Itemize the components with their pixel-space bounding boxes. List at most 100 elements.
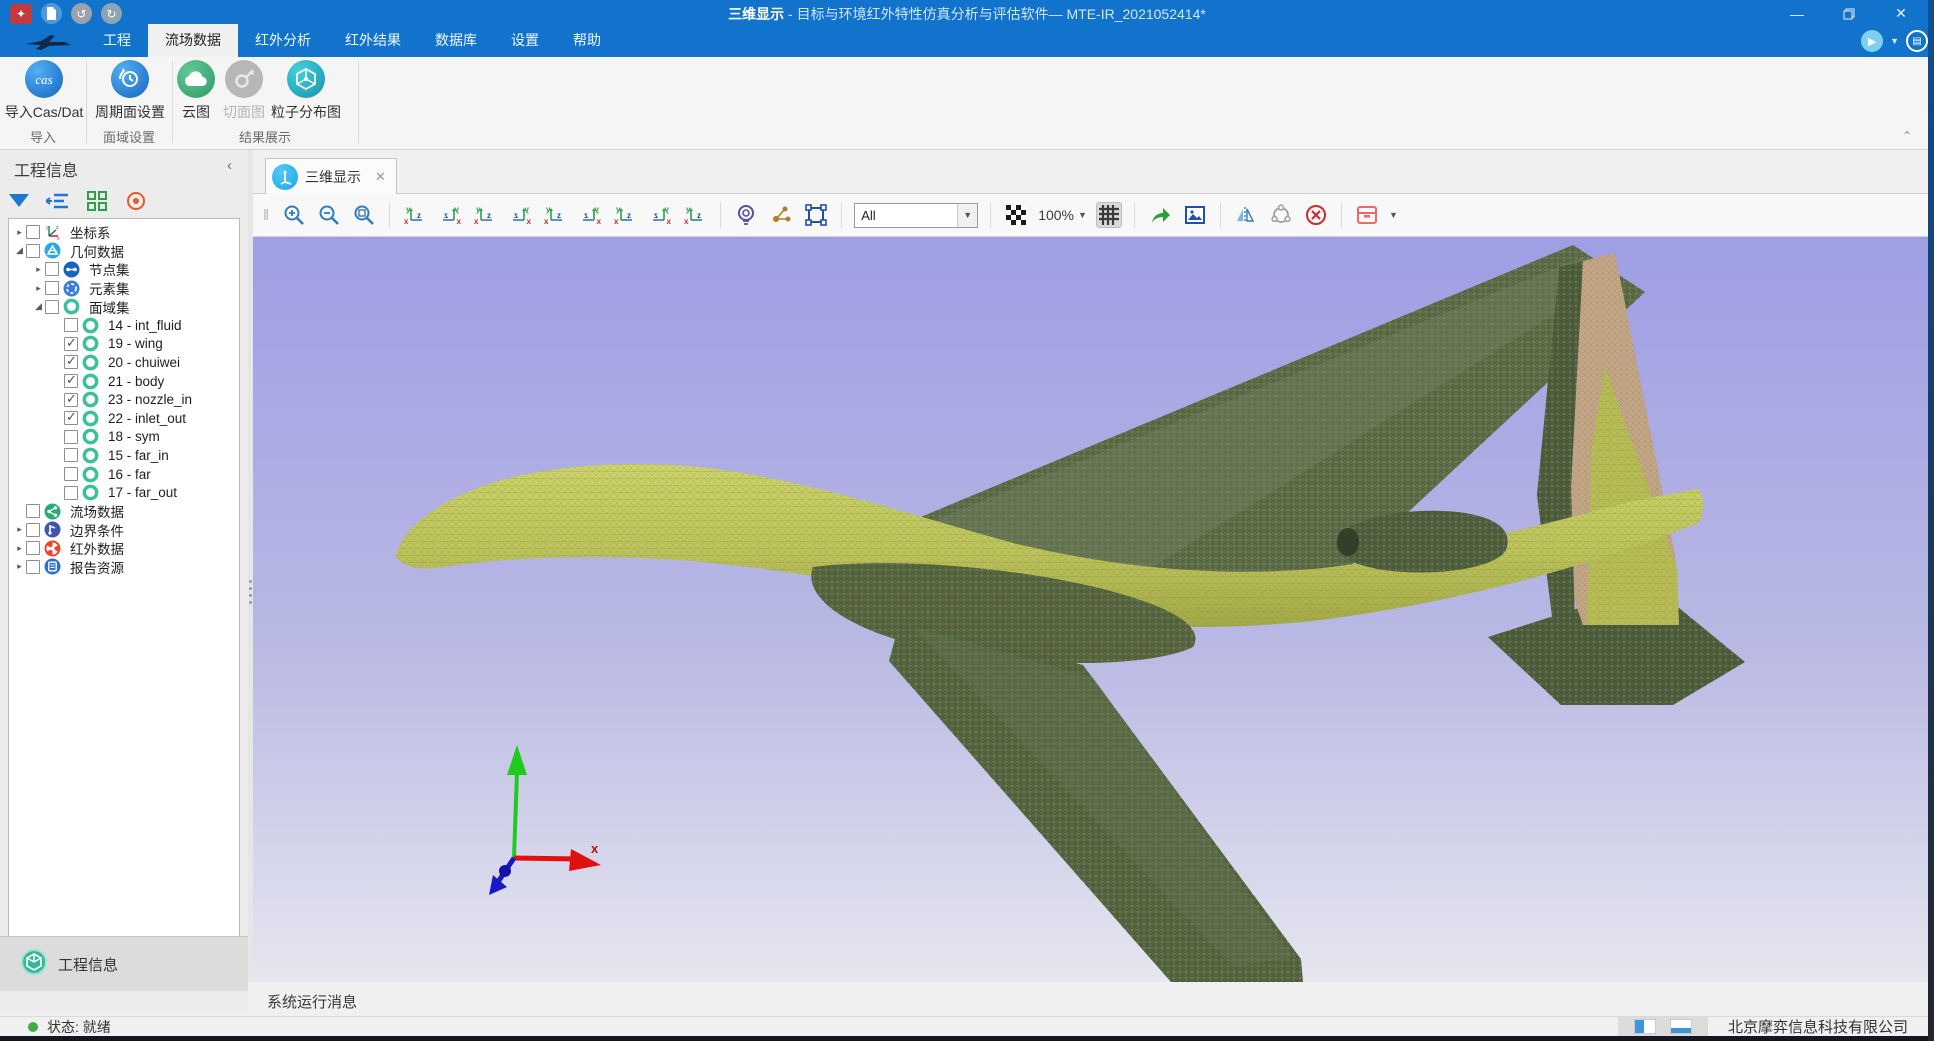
panel-collapse-icon[interactable]: ‹ (227, 157, 232, 174)
export-icon[interactable] (1147, 202, 1173, 228)
tree-checkbox[interactable] (64, 318, 78, 332)
tree-item[interactable]: 21 - body (9, 372, 239, 391)
expander-icon[interactable]: ▸ (32, 264, 45, 275)
snapshot-icon[interactable] (1182, 202, 1208, 228)
mirror-icon[interactable] (1233, 202, 1259, 228)
tree-item[interactable]: ▸边界条件 (9, 521, 239, 540)
archive-box-icon[interactable] (1354, 202, 1380, 228)
help-video-icon[interactable]: ▶ (1861, 30, 1883, 52)
tree-item[interactable]: 18 - sym (9, 428, 239, 447)
tree-item[interactable]: ▸节点集 (9, 260, 239, 279)
tree-checkbox[interactable] (26, 225, 40, 239)
chevron-down-icon[interactable]: ▼ (1890, 36, 1899, 46)
tree-item[interactable]: 20 - chuiwei (9, 353, 239, 372)
expander-icon[interactable]: ▸ (13, 561, 26, 572)
view-right-icon[interactable]: xzy (507, 202, 533, 228)
layout-bottom-panel-icon[interactable] (1670, 1019, 1692, 1034)
close-button[interactable]: ✕ (1888, 3, 1914, 25)
tree-item[interactable]: 19 - wing (9, 335, 239, 354)
tab-close-icon[interactable]: ✕ (375, 169, 386, 185)
clear-view-icon[interactable] (1303, 202, 1329, 228)
tree-checkbox[interactable] (45, 281, 59, 295)
tree-checkbox[interactable] (45, 262, 59, 276)
tree-checkbox[interactable] (26, 560, 40, 574)
particle-distribution-button[interactable]: 粒子分布图 (258, 60, 354, 122)
tree-item[interactable]: 22 - inlet_out (9, 409, 239, 428)
tree-checkbox[interactable] (64, 355, 78, 369)
undo-icon[interactable]: ↺ (71, 3, 92, 24)
zoom-out-icon[interactable] (316, 202, 342, 228)
display-filter-dropdown[interactable]: All ▼ (854, 203, 978, 228)
expander-icon[interactable]: ▸ (32, 283, 45, 294)
ribbon-collapse-icon[interactable]: ⌃ (1902, 129, 1912, 143)
tree-item[interactable]: ▸yxz坐标系 (9, 223, 239, 242)
transparency-icon[interactable] (1003, 202, 1029, 228)
tree-checkbox[interactable] (64, 486, 78, 500)
tree-item[interactable]: ▸红外数据 (9, 539, 239, 558)
tree-checkbox[interactable] (64, 337, 78, 351)
tree-checkbox[interactable] (64, 393, 78, 407)
zoom-level-control[interactable]: 100%▼ (1038, 207, 1087, 223)
list-expand-icon[interactable] (45, 188, 71, 214)
menu-item-工程[interactable]: 工程 (86, 24, 148, 57)
expander-icon[interactable]: ◢ (32, 301, 45, 312)
tree-item[interactable]: 流场数据 (9, 502, 239, 521)
new-document-icon[interactable] (41, 3, 62, 24)
tree-item[interactable]: 16 - far (9, 465, 239, 484)
zoom-window-icon[interactable] (351, 202, 377, 228)
select-box-icon[interactable] (803, 202, 829, 228)
layout-left-panel-icon[interactable] (1634, 1019, 1656, 1034)
view-top-icon[interactable]: xzy (542, 202, 568, 228)
tree-checkbox[interactable] (64, 374, 78, 388)
view-iso-ne-icon[interactable]: xzy (612, 202, 638, 228)
tree-item[interactable]: 14 - int_fluid (9, 316, 239, 335)
menu-item-帮助[interactable]: 帮助 (556, 24, 618, 57)
manual-icon[interactable]: ▤ (1906, 30, 1928, 52)
menu-item-红外分析[interactable]: 红外分析 (238, 24, 328, 57)
tree-item[interactable]: ▸报告资源 (9, 558, 239, 577)
redo-icon[interactable]: ↻ (101, 3, 122, 24)
link-ring-icon[interactable] (1268, 202, 1294, 228)
expander-icon[interactable]: ◢ (13, 245, 26, 256)
tree-checkbox[interactable] (45, 300, 59, 314)
view-iso-nw-icon[interactable]: xzy (647, 202, 673, 228)
tree-item[interactable]: ◢几何数据 (9, 242, 239, 261)
group-view-icon[interactable] (84, 188, 110, 214)
view-iso-sw-icon[interactable]: xzy (682, 202, 708, 228)
tree-checkbox[interactable] (64, 411, 78, 425)
tree-item[interactable]: 17 - far_out (9, 483, 239, 502)
menu-item-数据库[interactable]: 数据库 (418, 24, 494, 57)
app-icon[interactable]: ✦ (10, 4, 32, 24)
view-front-icon[interactable]: xzy (402, 202, 428, 228)
light-icon[interactable] (733, 202, 759, 228)
tree-checkbox[interactable] (26, 541, 40, 555)
view-back-icon[interactable]: xzy (437, 202, 463, 228)
tree-item[interactable]: 23 - nozzle_in (9, 390, 239, 409)
menu-item-设置[interactable]: 设置 (494, 24, 556, 57)
view-left-icon[interactable]: xzy (472, 202, 498, 228)
mesh-grid-toggle[interactable] (1096, 202, 1122, 228)
tree-item[interactable]: ▸元素集 (9, 279, 239, 298)
expander-icon[interactable]: ▸ (13, 524, 26, 535)
tree-checkbox[interactable] (64, 448, 78, 462)
minimize-button[interactable]: — (1784, 3, 1810, 25)
tree-checkbox[interactable] (26, 244, 40, 258)
tree-item[interactable]: ◢面域集 (9, 297, 239, 316)
view-bottom-icon[interactable]: xzy (577, 202, 603, 228)
import-cas-dat-button[interactable]: cas 导入Cas/Dat (2, 60, 86, 122)
project-panel-footer-tab[interactable]: 工程信息 (0, 936, 248, 991)
tree-item[interactable]: 15 - far_in (9, 446, 239, 465)
menu-item-流场数据[interactable]: 流场数据 (148, 24, 238, 57)
restore-button[interactable] (1836, 3, 1862, 25)
filter-icon[interactable] (6, 188, 32, 214)
tree-checkbox[interactable] (26, 523, 40, 537)
particle-trace-icon[interactable] (768, 202, 794, 228)
tab-3d-view[interactable]: 三维显示 ✕ (265, 158, 397, 194)
tree-checkbox[interactable] (26, 504, 40, 518)
zoom-in-icon[interactable] (281, 202, 307, 228)
locate-icon[interactable] (123, 188, 149, 214)
tree-checkbox[interactable] (64, 430, 78, 444)
expander-icon[interactable]: ▸ (13, 227, 26, 238)
chevron-down-icon[interactable]: ▼ (1389, 210, 1398, 220)
viewport-3d[interactable]: x (253, 237, 1928, 982)
